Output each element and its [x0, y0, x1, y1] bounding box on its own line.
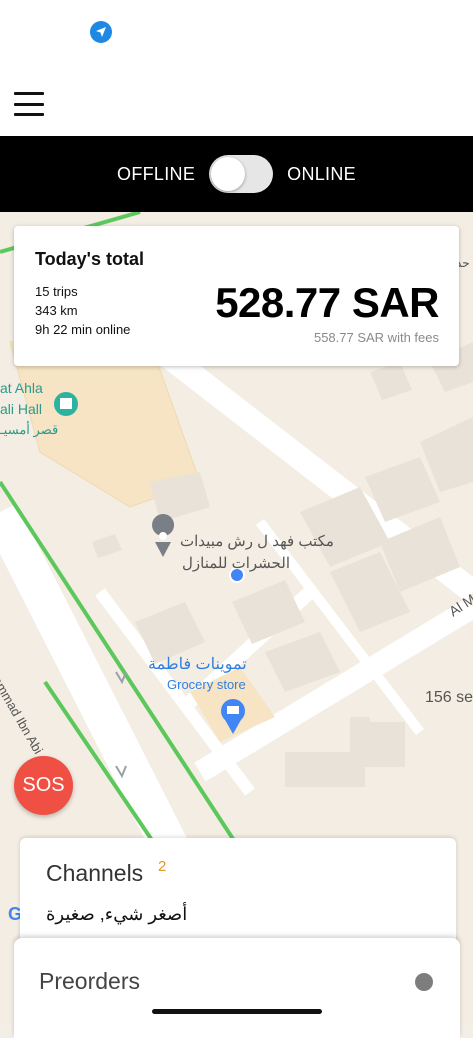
channels-title: Channels: [46, 860, 144, 886]
sos-button[interactable]: SOS: [14, 756, 73, 815]
online-duration: 9h 22 min online: [35, 322, 131, 337]
availability-bar: OFFLINE ONLINE: [0, 136, 473, 212]
hamburger-menu-icon[interactable]: [14, 92, 44, 116]
map-label-street-right-2: 156 se: [425, 689, 473, 706]
earnings-amount: 528.77 SAR: [215, 279, 439, 326]
channels-count-badge: 2: [158, 858, 167, 875]
online-toggle[interactable]: [209, 155, 274, 193]
location-arrow-icon: [90, 21, 112, 43]
distance-total: 343 km: [35, 303, 78, 318]
preorders-title: Preorders: [39, 968, 140, 994]
map-label-hall-1: at Ahla: [0, 380, 43, 396]
status-dot-icon: [415, 973, 433, 991]
channels-last-message: أصغر شيء, صغيرة: [46, 904, 188, 924]
map-label-hall-3: قصر أمسيـ: [0, 422, 59, 437]
toggle-knob: [211, 157, 246, 191]
earnings-with-fees: 558.77 SAR with fees: [313, 330, 439, 345]
map-label-grocery-ar: تموينات فاطمة: [148, 656, 247, 673]
today-total-title: Today's total: [35, 249, 144, 269]
top-bar: [0, 70, 473, 136]
preorders-panel[interactable]: Preorders: [14, 938, 460, 1038]
home-indicator[interactable]: [152, 1009, 322, 1014]
online-label: ONLINE: [287, 163, 356, 184]
map-label-pest-1: مكتب فهد ل رش مبيدات: [180, 533, 334, 550]
trips-count: 15 trips: [35, 284, 78, 299]
channels-panel[interactable]: Channels 2 أصغر شيء, صغيرة: [20, 838, 456, 948]
map-label-hall-2: ali Hall: [0, 401, 43, 417]
today-total-card[interactable]: Today's total 15 trips 343 km 9h 22 min …: [14, 226, 459, 366]
offline-label: OFFLINE: [117, 163, 196, 184]
status-bar: [0, 0, 473, 70]
map-label-pest-2: الحشرات للمنازل: [182, 555, 290, 572]
map-label-grocery-type: Grocery store: [167, 677, 246, 692]
